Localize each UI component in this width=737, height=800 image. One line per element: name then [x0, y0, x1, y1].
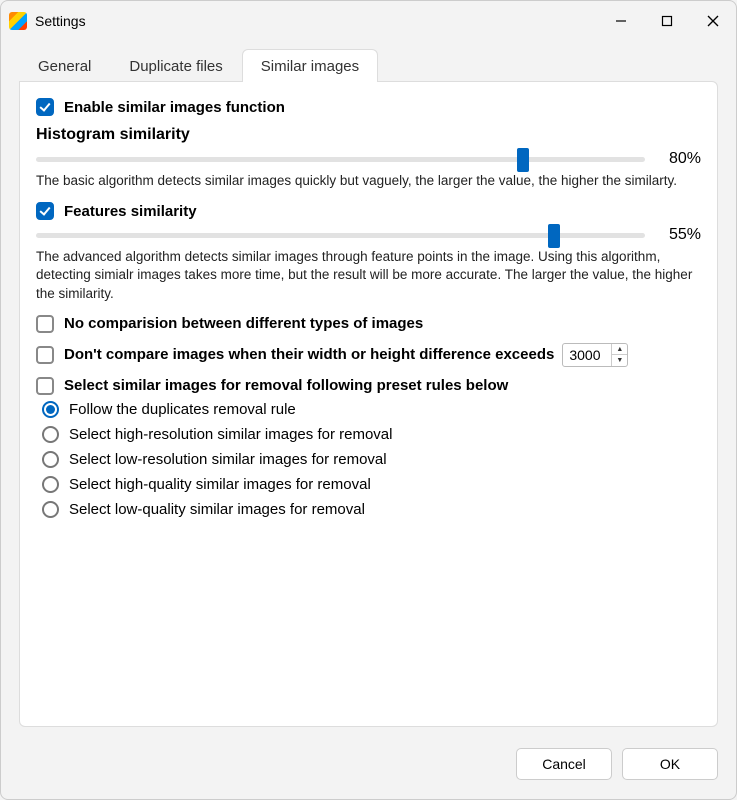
settings-window: Settings General Duplicate files Similar…: [0, 0, 737, 800]
titlebar: Settings: [1, 1, 736, 41]
rule-option-1[interactable]: Select high-resolution similar images fo…: [42, 426, 701, 443]
features-slider-row: 55%: [36, 226, 701, 244]
features-value: 55%: [653, 226, 701, 244]
features-label: Features similarity: [64, 203, 197, 220]
histogram-slider[interactable]: [36, 157, 645, 162]
size-diff-spin-down[interactable]: ▼: [612, 355, 627, 366]
rule-radio-0[interactable]: [42, 401, 59, 418]
rule-option-3[interactable]: Select high-quality similar images for r…: [42, 476, 701, 493]
size-diff-checkbox[interactable]: [36, 346, 54, 364]
rule-option-4[interactable]: Select low-quality similar images for re…: [42, 501, 701, 518]
preset-rules-label: Select similar images for removal follow…: [64, 377, 508, 394]
features-checkbox[interactable]: [36, 202, 54, 220]
no-compare-types-checkbox[interactable]: [36, 315, 54, 333]
minimize-icon: [615, 15, 627, 27]
histogram-description: The basic algorithm detects similar imag…: [36, 172, 701, 190]
rule-radio-4[interactable]: [42, 501, 59, 518]
rule-radio-2[interactable]: [42, 451, 59, 468]
size-diff-input[interactable]: [563, 344, 611, 366]
preset-rules-row: Select similar images for removal follow…: [36, 377, 701, 395]
size-diff-spin-up[interactable]: ▲: [612, 344, 627, 356]
window-title: Settings: [35, 13, 86, 29]
close-icon: [707, 15, 719, 27]
histogram-title: Histogram similarity: [36, 126, 701, 144]
maximize-icon: [661, 15, 673, 27]
close-button[interactable]: [690, 1, 736, 41]
features-slider-thumb[interactable]: [548, 224, 560, 248]
footer: Cancel OK: [1, 743, 736, 799]
preset-rules-checkbox[interactable]: [36, 377, 54, 395]
rule-label-4: Select low-quality similar images for re…: [69, 501, 365, 518]
features-slider[interactable]: [36, 233, 645, 238]
rule-radio-3[interactable]: [42, 476, 59, 493]
tab-similar-images[interactable]: Similar images: [242, 49, 378, 82]
size-diff-label: Don't compare images when their width or…: [64, 346, 554, 363]
no-compare-types-row: No comparision between different types o…: [36, 315, 701, 333]
app-icon: [9, 12, 27, 30]
histogram-slider-thumb[interactable]: [517, 148, 529, 172]
maximize-button[interactable]: [644, 1, 690, 41]
size-diff-spinners: ▲ ▼: [611, 344, 627, 366]
rule-option-0[interactable]: Follow the duplicates removal rule: [42, 401, 701, 418]
size-diff-row: Don't compare images when their width or…: [36, 343, 701, 367]
no-compare-types-label: No comparision between different types o…: [64, 315, 423, 332]
histogram-value: 80%: [653, 150, 701, 168]
rule-option-2[interactable]: Select low-resolution similar images for…: [42, 451, 701, 468]
tab-general[interactable]: General: [19, 49, 110, 82]
similar-images-panel: Enable similar images function Histogram…: [19, 81, 718, 727]
histogram-slider-row: 80%: [36, 150, 701, 168]
tab-duplicate-files[interactable]: Duplicate files: [110, 49, 241, 82]
rule-label-0: Follow the duplicates removal rule: [69, 401, 296, 418]
cancel-button[interactable]: Cancel: [516, 748, 612, 780]
rule-label-2: Select low-resolution similar images for…: [69, 451, 387, 468]
rule-label-1: Select high-resolution similar images fo…: [69, 426, 392, 443]
size-diff-input-wrap: ▲ ▼: [562, 343, 628, 367]
minimize-button[interactable]: [598, 1, 644, 41]
enable-similar-row: Enable similar images function: [36, 98, 701, 116]
enable-similar-label: Enable similar images function: [64, 99, 285, 116]
features-row: Features similarity: [36, 202, 701, 220]
rule-radio-1[interactable]: [42, 426, 59, 443]
ok-button[interactable]: OK: [622, 748, 718, 780]
rule-label-3: Select high-quality similar images for r…: [69, 476, 371, 493]
enable-similar-checkbox[interactable]: [36, 98, 54, 116]
features-description: The advanced algorithm detects similar i…: [36, 248, 701, 303]
tabs: General Duplicate files Similar images: [1, 47, 736, 81]
